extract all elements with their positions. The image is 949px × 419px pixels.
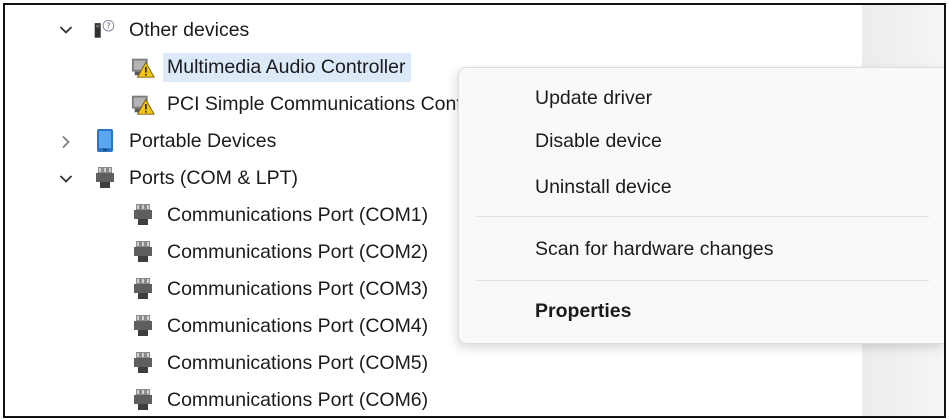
tree-label: Ports (COM & LPT): [129, 166, 299, 189]
unknown-device-icon: ?: [93, 18, 117, 42]
port-icon: [93, 166, 117, 190]
chevron-right-icon[interactable]: [55, 131, 77, 153]
tree-label: Multimedia Audio Controller: [163, 52, 412, 82]
port-icon: [131, 277, 155, 301]
tree-category-other-devices[interactable]: ? Other devices: [93, 14, 255, 46]
tree-item-pci-simple-communications-controller[interactable]: PCI Simple Communications Controller: [131, 88, 511, 120]
chevron-down-icon[interactable]: [55, 168, 77, 190]
tree-item-com-port[interactable]: Communications Port (COM6): [131, 384, 434, 416]
menu-item-update-driver[interactable]: Update driver: [535, 81, 652, 115]
menu-separator: [477, 280, 929, 281]
tree-category-ports[interactable]: Ports (COM & LPT): [93, 162, 304, 194]
menu-item-uninstall-device[interactable]: Uninstall device: [535, 170, 672, 204]
tree-item-com-port[interactable]: Communications Port (COM3): [131, 273, 434, 305]
port-icon: [131, 203, 155, 227]
tree-item-com-port[interactable]: Communications Port (COM1): [131, 199, 434, 231]
tree-label: Communications Port (COM3): [167, 277, 429, 300]
warning-device-icon: [131, 92, 155, 116]
tree-label: Communications Port (COM2): [167, 240, 429, 263]
tree-item-multimedia-audio-controller[interactable]: Multimedia Audio Controller: [131, 51, 412, 83]
device-manager-window: ? Other devices Multimedia Audio Control…: [3, 3, 946, 418]
warning-device-icon: [131, 55, 155, 79]
tree-label: Communications Port (COM1): [167, 203, 429, 226]
tree-item-com-port[interactable]: Communications Port (COM2): [131, 236, 434, 268]
menu-item-scan-hardware[interactable]: Scan for hardware changes: [535, 232, 773, 266]
tree-label: Communications Port (COM6): [167, 388, 429, 411]
tree-category-portable-devices[interactable]: Portable Devices: [93, 125, 282, 157]
port-icon: [131, 240, 155, 264]
svg-text:?: ?: [106, 21, 110, 31]
menu-item-disable-device[interactable]: Disable device: [535, 124, 662, 158]
tree-item-com-port[interactable]: Communications Port (COM4): [131, 310, 434, 342]
port-icon: [131, 388, 155, 412]
tree-item-com-port[interactable]: Communications Port (COM5): [131, 347, 434, 379]
menu-item-properties[interactable]: Properties: [535, 294, 631, 328]
menu-separator: [477, 216, 929, 217]
context-menu: Update driver Disable device Uninstall d…: [458, 67, 944, 344]
chevron-down-icon[interactable]: [55, 19, 77, 41]
tree-label: Communications Port (COM4): [167, 314, 429, 337]
tree-label: Communications Port (COM5): [167, 351, 429, 374]
tree-label: Other devices: [129, 18, 250, 41]
port-icon: [131, 314, 155, 338]
port-icon: [131, 351, 155, 375]
portable-device-icon: [93, 129, 117, 153]
tree-label: Portable Devices: [129, 129, 277, 152]
